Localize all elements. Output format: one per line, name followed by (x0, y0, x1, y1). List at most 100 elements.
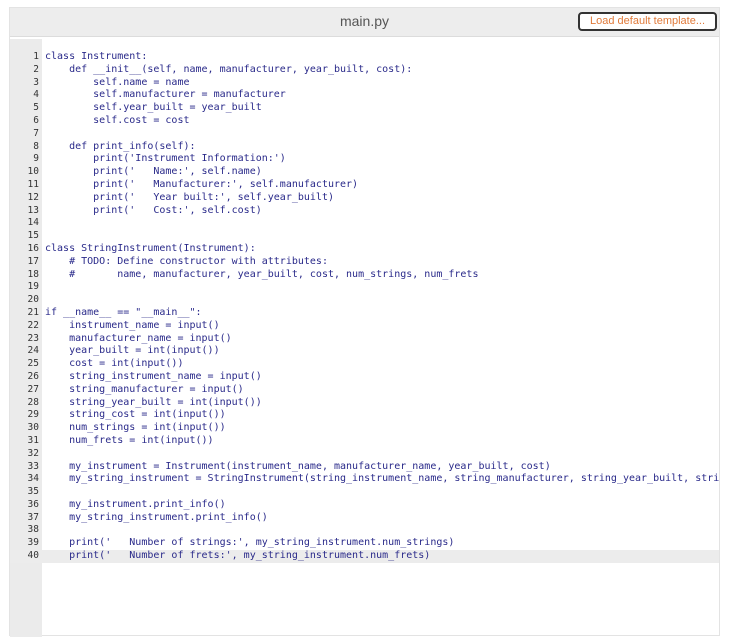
code-text[interactable]: self.name = name (45, 77, 719, 90)
code-text[interactable]: string_year_built = int(input()) (45, 397, 719, 410)
line-number: 36 (27, 498, 39, 510)
code-line[interactable]: 20 (10, 294, 719, 307)
code-line[interactable]: 30 num_strings = int(input()) (10, 422, 719, 435)
line-number: 11 (27, 178, 39, 190)
code-line[interactable]: 22 instrument_name = input() (10, 320, 719, 333)
code-line[interactable]: 5 self.year_built = year_built (10, 102, 719, 115)
line-number: 13 (27, 204, 39, 216)
editor-header: main.py Load default template... (10, 8, 719, 37)
code-text[interactable]: print(' Manufacturer:', self.manufacture… (45, 179, 719, 192)
code-line[interactable]: 32 (10, 448, 719, 461)
code-line[interactable]: 27 string_manufacturer = input() (10, 384, 719, 397)
code-line[interactable]: 38 (10, 524, 719, 537)
line-number: 12 (27, 191, 39, 203)
code-line[interactable]: 6 self.cost = cost (10, 115, 719, 128)
code-line[interactable]: 31 num_frets = int(input()) (10, 435, 719, 448)
line-number: 8 (33, 140, 39, 152)
code-line[interactable]: 12 print(' Year built:', self.year_built… (10, 192, 719, 205)
code-line[interactable]: 14 (10, 217, 719, 230)
code-text[interactable]: manufacturer_name = input() (45, 333, 719, 346)
code-text[interactable]: instrument_name = input() (45, 320, 719, 333)
line-number: 27 (27, 383, 39, 395)
code-line[interactable]: 4 self.manufacturer = manufacturer (10, 89, 719, 102)
code-line[interactable]: 39 print(' Number of strings:', my_strin… (10, 537, 719, 550)
code-editor-panel: main.py Load default template... 1 class … (9, 7, 720, 637)
line-number: 24 (27, 345, 39, 357)
code-text[interactable]: print(' Number of frets:', my_string_ins… (45, 550, 719, 563)
code-text[interactable]: string_instrument_name = input() (45, 371, 719, 384)
code-text[interactable]: self.cost = cost (45, 115, 719, 128)
code-text[interactable]: self.year_built = year_built (45, 102, 719, 115)
code-lines[interactable]: 1 class Instrument: 2 def __init__(self, n… (10, 51, 719, 563)
code-text[interactable]: class Instrument: (45, 51, 719, 64)
code-line[interactable]: 10 print(' Name:', self.name) (10, 166, 719, 179)
load-default-template-button[interactable]: Load default template... (578, 12, 717, 31)
line-number: 32 (27, 447, 39, 459)
code-line[interactable]: 26 string_instrument_name = input() (10, 371, 719, 384)
line-number: 33 (27, 460, 39, 472)
code-line[interactable]: 2 def __init__(self, name, manufacturer,… (10, 64, 719, 77)
code-line[interactable]: 28 string_year_built = int(input()) (10, 397, 719, 410)
code-line[interactable]: 15 (10, 230, 719, 243)
code-text[interactable]: print(' Year built:', self.year_built) (45, 192, 719, 205)
code-text[interactable]: num_strings = int(input()) (45, 422, 719, 435)
code-line[interactable]: 23 manufacturer_name = input() (10, 333, 719, 346)
code-line[interactable]: 13 print(' Cost:', self.cost) (10, 205, 719, 218)
code-line[interactable]: 37 my_string_instrument.print_info() (10, 512, 719, 525)
code-line[interactable]: 21 if __name__ == "__main__": (10, 307, 719, 320)
code-line[interactable]: 33 my_instrument = Instrument(instrument… (10, 461, 719, 474)
code-line[interactable]: 36 my_instrument.print_info() (10, 499, 719, 512)
code-text[interactable]: num_frets = int(input()) (45, 435, 719, 448)
line-number: 7 (33, 127, 39, 139)
code-text[interactable]: print('Instrument Information:') (45, 153, 719, 166)
code-line[interactable]: 1 class Instrument: (10, 51, 719, 64)
code-line[interactable]: 34 my_string_instrument = StringInstrume… (10, 473, 719, 486)
code-text[interactable]: print(' Name:', self.name) (45, 166, 719, 179)
code-line[interactable]: 7 (10, 128, 719, 141)
code-text[interactable]: cost = int(input()) (45, 358, 719, 371)
code-line[interactable]: 16 class StringInstrument(Instrument): (10, 243, 719, 256)
line-number: 29 (27, 409, 39, 421)
line-number: 23 (27, 332, 39, 344)
code-editor[interactable]: 1 class Instrument: 2 def __init__(self, n… (10, 39, 719, 637)
code-text[interactable]: def print_info(self): (45, 141, 719, 154)
line-number: 9 (33, 153, 39, 165)
code-text[interactable]: if __name__ == "__main__": (45, 307, 719, 320)
code-text[interactable]: string_cost = int(input()) (45, 409, 719, 422)
code-text[interactable]: class StringInstrument(Instrument): (45, 243, 719, 256)
line-number: 30 (27, 422, 39, 434)
code-line[interactable]: 3 self.name = name (10, 77, 719, 90)
code-text[interactable]: print(' Cost:', self.cost) (45, 205, 719, 218)
code-text[interactable]: self.manufacturer = manufacturer (45, 89, 719, 102)
line-number: 2 (33, 63, 39, 75)
code-line[interactable]: 9 print('Instrument Information:') (10, 153, 719, 166)
line-number: 26 (27, 370, 39, 382)
code-line[interactable]: 29 string_cost = int(input()) (10, 409, 719, 422)
code-line[interactable]: 35 (10, 486, 719, 499)
code-text[interactable]: my_instrument.print_info() (45, 499, 719, 512)
line-number: 22 (27, 319, 39, 331)
code-text[interactable]: # name, manufacturer, year_built, cost, … (45, 269, 719, 282)
code-text[interactable]: year_built = int(input()) (45, 345, 719, 358)
code-line[interactable]: 24 year_built = int(input()) (10, 345, 719, 358)
code-line[interactable]: 17 # TODO: Define constructor with attri… (10, 256, 719, 269)
line-number: 4 (33, 89, 39, 101)
line-number: 17 (27, 255, 39, 267)
code-text[interactable]: my_string_instrument = StringInstrument(… (45, 473, 719, 486)
code-text[interactable]: my_string_instrument.print_info() (45, 512, 719, 525)
line-number: 40 (27, 550, 39, 562)
code-line[interactable]: 11 print(' Manufacturer:', self.manufact… (10, 179, 719, 192)
line-number: 25 (27, 358, 39, 370)
code-line[interactable]: 25 cost = int(input()) (10, 358, 719, 371)
code-line[interactable]: 19 (10, 281, 719, 294)
code-line[interactable]: 40 print(' Number of frets:', my_string_… (10, 550, 719, 563)
line-number: 20 (27, 294, 39, 306)
code-line[interactable]: 18 # name, manufacturer, year_built, cos… (10, 269, 719, 282)
code-text[interactable]: print(' Number of strings:', my_string_i… (45, 537, 719, 550)
line-number: 19 (27, 281, 39, 293)
code-text[interactable]: def __init__(self, name, manufacturer, y… (45, 64, 719, 77)
code-text[interactable]: # TODO: Define constructor with attribut… (45, 256, 719, 269)
code-text[interactable]: my_instrument = Instrument(instrument_na… (45, 461, 719, 474)
code-line[interactable]: 8 def print_info(self): (10, 141, 719, 154)
code-text[interactable]: string_manufacturer = input() (45, 384, 719, 397)
